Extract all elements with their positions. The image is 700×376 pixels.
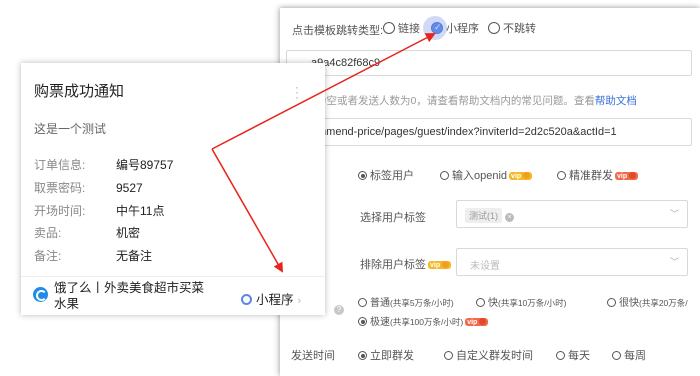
mini-program-icon [241,294,252,305]
chevron-down-icon: ﹀ [669,257,679,267]
radio-checked-icon [358,351,367,360]
jump-type-none-option[interactable]: 不跳转 [488,20,536,36]
send-daily-option[interactable]: 每天 [556,347,590,363]
card-title: 购票成功通知 [34,83,125,100]
field-row: 订单信息: 编号89757 [34,158,174,172]
appid-input[interactable]: a9a4c82f68c9 [286,50,692,76]
speed-normal-option[interactable]: 普通(共享5万条/小时) [358,294,454,309]
template-message-card: 购票成功通知 · · · 这是一个测试 订单信息: 编号89757 取票密码: 9527… [21,63,325,315]
radio-icon [476,298,485,307]
speed-very-fast-option[interactable]: 很快(共享20万条/ [607,294,688,309]
template-settings-panel: 点击模板跳转类型: 链接 小程序 不跳转 a9a4c82f68c9 为空或者发送… [280,8,700,376]
select-tag-dropdown[interactable]: 测试(1) × ﹀ [456,200,688,228]
help-question-icon[interactable]: ? [334,305,344,315]
field-row: 卖品: 机密 [34,226,141,240]
remove-tag-icon[interactable]: × [505,213,514,222]
send-custom-time-option[interactable]: 自定义群发时间 [444,347,533,363]
radio-icon [440,171,449,180]
send-time-label: 发送时间 [291,350,335,362]
selection-highlight [423,16,447,40]
select-tag-label: 选择用户标签 [360,212,426,224]
speed-extreme-option[interactable]: 极速(共享100万条/小时) vip [358,313,489,328]
tag-chip: 测试(1) × [465,208,514,223]
exclude-tag-label: 排除用户标签 vip [360,256,452,272]
page-path-value: mmend-price/pages/guest/index?inviterId=… [317,126,617,138]
radio-icon [444,351,453,360]
radio-icon [488,22,500,34]
field-row: 备注: 无备注 [34,249,153,263]
jump-type-link-option[interactable]: 链接 [383,20,420,36]
radio-icon [612,351,621,360]
radio-icon [607,298,616,307]
chevron-right-icon: › [297,295,302,307]
radio-checked-icon [358,317,367,326]
radio-icon [557,171,566,180]
radio-icon [556,351,565,360]
field-row: 取票密码: 9527 [34,181,143,195]
jump-type-label: 点击模板跳转类型: [292,25,384,37]
help-hint: 为空或者发送人数为0，请查看帮助文档内的常见问题。查看帮助文档 [316,95,637,107]
more-icon[interactable]: · · · [295,81,299,103]
help-doc-link[interactable]: 帮助文档 [595,95,637,107]
exclude-tag-placeholder: 未设置 [470,261,500,272]
chevron-down-icon: ﹀ [669,209,679,219]
app-logo-icon [33,287,48,302]
target-tag-users-option[interactable]: 标签用户 [358,167,414,183]
field-row: 开场时间: 中午11点 [34,204,165,218]
target-openid-option[interactable]: 输入openid vip [440,167,533,183]
target-precise-option[interactable]: 精准群发 vip [557,167,639,183]
app-name: 饿了么丨外卖美食超市买菜水果 [54,281,205,311]
card-description: 这是一个测试 [34,122,107,136]
radio-icon [358,298,367,307]
radio-checked-icon [358,171,367,180]
vip-badge-icon: vip [615,172,639,180]
send-now-option[interactable]: 立即群发 [358,347,414,363]
radio-icon [383,22,395,34]
send-weekly-option[interactable]: 每周 [612,347,646,363]
vip-badge-icon: vip [428,261,452,269]
exclude-tag-dropdown[interactable]: 未设置 ﹀ [456,248,688,276]
card-footer[interactable]: 饿了么丨外卖美食超市买菜水果 小程序 › [21,276,325,315]
vip-badge-icon: vip [465,318,489,326]
mini-program-link[interactable]: 小程序 › [241,289,301,308]
speed-fast-option[interactable]: 快(共享10万条/小时) [476,294,566,309]
page-path-input[interactable]: mmend-price/pages/guest/index?inviterId=… [286,118,692,146]
vip-badge-icon: vip [509,172,533,180]
